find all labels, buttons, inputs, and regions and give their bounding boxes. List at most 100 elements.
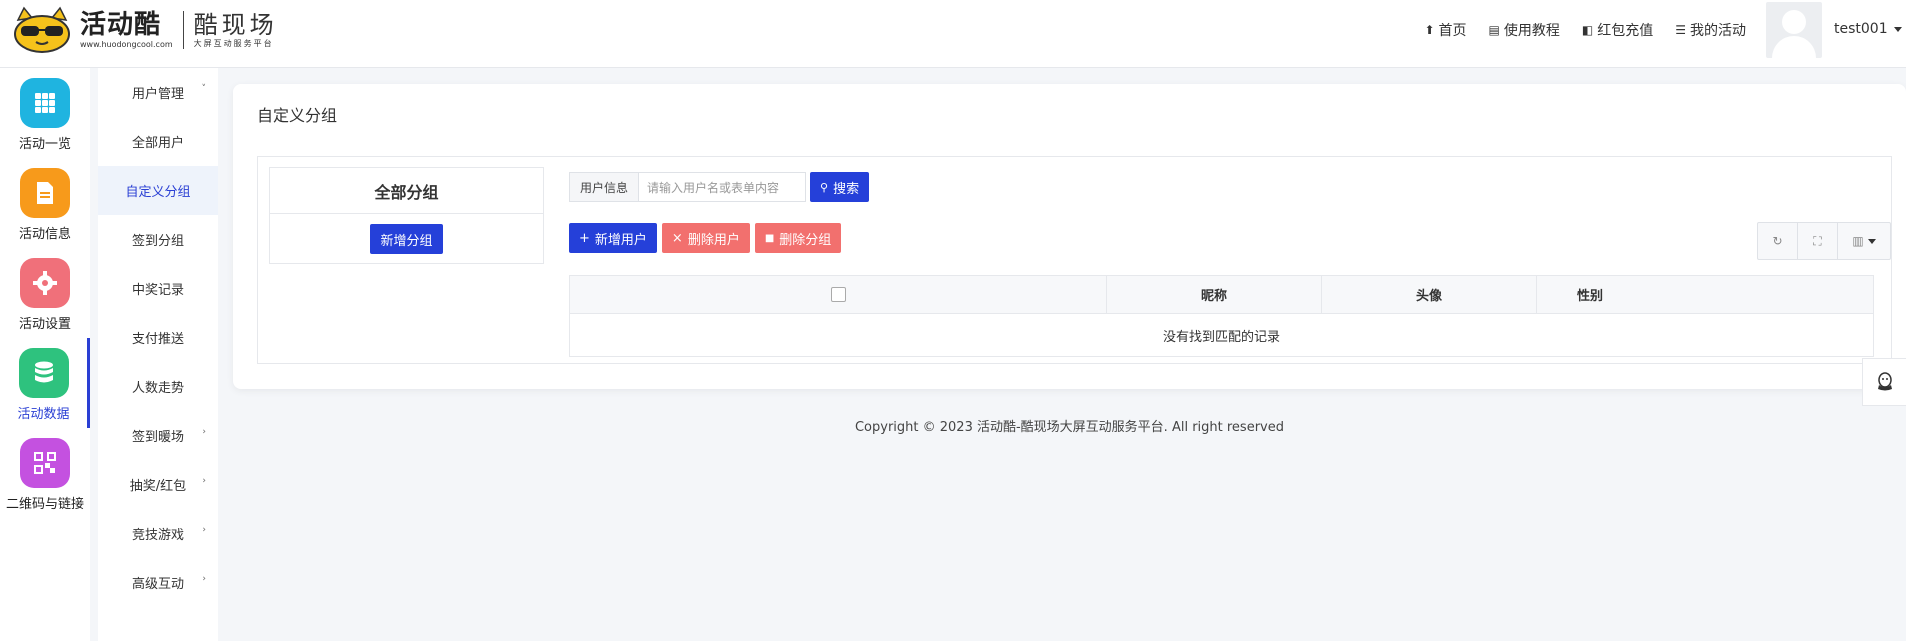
brand-logo[interactable]: 活动酷 www.huodongcool.com 酷现场 大屏互动服务平台 [12, 6, 278, 54]
logo-divider [182, 11, 184, 49]
sidebar-item-qrcode-links[interactable]: 二维码与链接 [0, 428, 90, 518]
content-panel: 全部分组 新增分组 用户信息 请输入用户名或表单内容 ⚲ 搜索 + 新增用户 ×… [257, 156, 1892, 364]
empty-state: 没有找到匹配的记录 [1162, 329, 1280, 345]
refresh-button[interactable]: ↻ [1758, 223, 1798, 259]
menu-custom-groups[interactable]: 自定义分组 [98, 166, 218, 215]
add-user-label: 新增用户 [594, 232, 647, 248]
chevron-down-icon [1893, 26, 1902, 32]
chevron-right-icon: › [202, 525, 206, 535]
group-panel: 全部分组 新增分组 [269, 167, 544, 264]
menu-label: 全部用户 [131, 136, 184, 151]
sidebar-item-activity-info[interactable]: 活动信息 [0, 158, 90, 248]
database-icon [18, 348, 69, 398]
delete-user-button[interactable]: × 删除用户 [661, 223, 750, 253]
menu-label: 签到暖场 [131, 430, 184, 445]
list-icon: ☰ [1675, 23, 1686, 37]
table-header: 昵称 头像 性别 [570, 276, 1873, 314]
menu-signin-groups[interactable]: 签到分组 [98, 215, 218, 264]
sidebar-item-label: 活动信息 [18, 227, 71, 242]
qrcode-icon [20, 438, 70, 488]
search-input[interactable]: 请输入用户名或表单内容 [638, 172, 807, 202]
sidebar-item-label: 活动一览 [18, 137, 71, 152]
menu-label: 自定义分组 [125, 185, 191, 200]
select-all-header [570, 276, 1107, 313]
columns-icon: ▥ [1852, 234, 1864, 248]
select-all-checkbox[interactable] [830, 287, 846, 302]
logo-sub-main-text: 酷现场 [193, 11, 278, 39]
menu-label: 竞技游戏 [131, 528, 184, 543]
search-button-label: 搜索 [833, 181, 860, 197]
column-gender[interactable]: 性别 [1537, 276, 1643, 313]
chevron-right-icon: › [202, 574, 206, 584]
sidebar-item-activity-settings[interactable]: 活动设置 [0, 248, 90, 338]
fullscreen-icon: ⛶ [1813, 233, 1822, 248]
trash-icon: ■ [764, 232, 775, 244]
action-toolbar: + 新增用户 × 删除用户 ■ 删除分组 [569, 223, 842, 253]
add-user-button[interactable]: + 新增用户 [569, 223, 657, 253]
search-bar: 用户信息 请输入用户名或表单内容 ⚲ 搜索 [569, 172, 870, 202]
menu-user-management[interactable]: 用户管理 ˅ [98, 68, 218, 117]
search-icon: ⚲ [820, 180, 829, 194]
logo-sub-small-text: 大屏互动服务平台 [193, 39, 274, 48]
logo-url-text: www.huodongcool.com [80, 40, 173, 49]
add-group-button[interactable]: 新增分组 [370, 224, 443, 254]
chevron-right-icon: › [202, 427, 206, 437]
nav-recharge[interactable]: ◧ 红包充值 [1582, 20, 1653, 40]
menu-label: 人数走势 [131, 381, 184, 396]
page-title: 自定义分组 [257, 106, 338, 125]
menu-lottery-redpacket[interactable]: 抽奖/红包 › [98, 460, 218, 509]
menu-label: 中奖记录 [131, 283, 184, 298]
top-header: 活动酷 www.huodongcool.com 酷现场 大屏互动服务平台 ⬆ 首… [0, 0, 1906, 68]
logo-main-text: 活动酷 [80, 10, 162, 40]
nav-home-label: 首页 [1438, 23, 1467, 39]
grid-icon [20, 78, 70, 128]
wallet-icon: ◧ [1581, 23, 1594, 37]
sidebar-item-activity-overview[interactable]: 活动一览 [0, 68, 90, 158]
table-tools: ↻ ⛶ ▥ [1757, 222, 1891, 260]
sidebar-item-label: 二维码与链接 [5, 497, 84, 512]
nav-my-activities[interactable]: ☰ 我的活动 [1675, 20, 1746, 40]
gear-icon [20, 258, 70, 308]
home-icon: ⬆ [1424, 23, 1435, 37]
menu-label: 签到分组 [131, 234, 184, 249]
fullscreen-button[interactable]: ⛶ [1798, 223, 1838, 259]
search-label: 用户信息 [569, 172, 639, 202]
delete-user-label: 删除用户 [687, 232, 740, 248]
users-table: 昵称 头像 性别 没有找到匹配的记录 [569, 275, 1874, 357]
search-button[interactable]: ⚲ 搜索 [810, 172, 870, 202]
menu-all-users[interactable]: 全部用户 [98, 117, 218, 166]
menu-competitive-games[interactable]: 竞技游戏 › [98, 509, 218, 558]
delete-group-button[interactable]: ■ 删除分组 [754, 223, 842, 253]
username-label: test001 [1834, 21, 1888, 37]
menu-headcount-trend[interactable]: 人数走势 [98, 362, 218, 411]
menu-label: 抽奖/红包 [129, 479, 187, 494]
column-avatar[interactable]: 头像 [1322, 276, 1537, 313]
avatar[interactable] [1766, 2, 1822, 58]
menu-label: 用户管理 [131, 87, 184, 102]
refresh-icon: ↻ [1772, 234, 1783, 248]
group-button-wrap: 新增分组 [270, 214, 543, 264]
avatar-body-shape [1772, 36, 1816, 58]
chevron-right-icon: › [202, 476, 206, 486]
menu-label: 高级互动 [131, 577, 184, 592]
menu-winning-records[interactable]: 中奖记录 [98, 264, 218, 313]
file-icon [20, 168, 70, 218]
logo-wordmark: 活动酷 www.huodongcool.com [80, 10, 173, 50]
sidebar-item-activity-data[interactable]: 活动数据 [0, 338, 90, 428]
qq-support-button[interactable] [1862, 358, 1906, 406]
menu-signin-warmup[interactable]: 签到暖场 › [98, 411, 218, 460]
nav-tutorial[interactable]: ▤ 使用教程 [1489, 20, 1560, 40]
nav-home[interactable]: ⬆ 首页 [1424, 20, 1466, 40]
menu-payment-push[interactable]: 支付推送 [98, 313, 218, 362]
close-icon: × [671, 230, 683, 246]
menu-advanced-interaction[interactable]: 高级互动 › [98, 558, 218, 607]
sidebar-item-label: 活动设置 [18, 317, 71, 332]
all-groups-title[interactable]: 全部分组 [270, 168, 543, 214]
plus-icon: + [579, 230, 590, 246]
column-nickname[interactable]: 昵称 [1107, 276, 1322, 313]
user-menu[interactable]: test001 [1834, 21, 1902, 37]
nav-recharge-label: 红包充值 [1597, 23, 1654, 39]
top-nav: ⬆ 首页 ▤ 使用教程 ◧ 红包充值 ☰ 我的活动 [1424, 20, 1746, 40]
footer-copyright: Copyright © 2023 活动酷-酷现场大屏互动服务平台. All ri… [854, 420, 1284, 435]
columns-toggle-button[interactable]: ▥ [1838, 223, 1890, 259]
